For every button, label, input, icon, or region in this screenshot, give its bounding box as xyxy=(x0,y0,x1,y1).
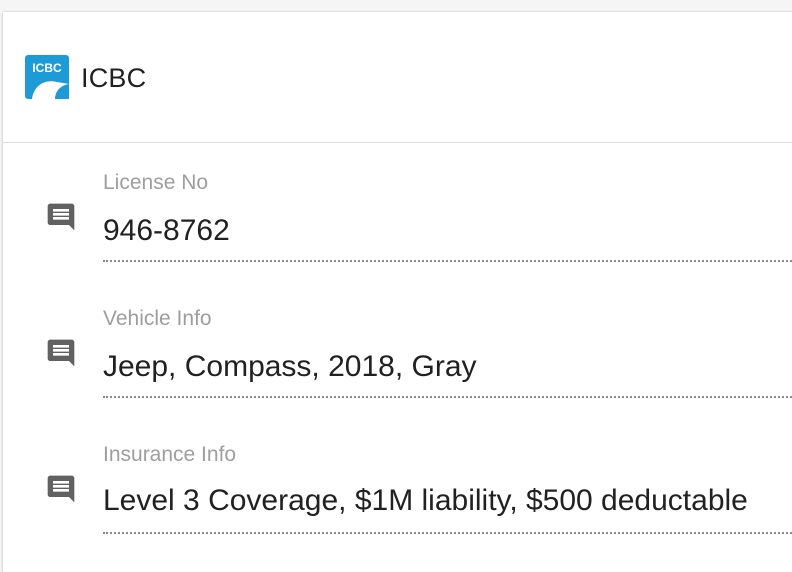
field-license-no: License No 946-8762 xyxy=(3,167,792,287)
field-underline xyxy=(103,260,792,262)
field-vehicle-info: Vehicle Info Jeep, Compass, 2018, Gray xyxy=(3,303,792,423)
field-insurance-info: Insurance Info Level 3 Coverage, $1M lia… xyxy=(3,439,792,559)
field-label: License No xyxy=(103,171,209,194)
vehicle-info-value[interactable]: Jeep, Compass, 2018, Gray xyxy=(103,349,477,385)
comment-icon[interactable] xyxy=(45,201,77,233)
app-header: ICBC ICBC xyxy=(3,12,792,143)
content-card: ICBC ICBC License No 946-8762 Vehicle In… xyxy=(3,12,792,572)
field-label: Insurance Info xyxy=(103,443,237,466)
insurance-info-value[interactable]: Level 3 Coverage, $1M liability, $500 de… xyxy=(103,483,748,519)
comment-icon[interactable] xyxy=(45,473,77,505)
field-label: Vehicle Info xyxy=(103,307,212,330)
icbc-logo: ICBC xyxy=(25,55,69,99)
license-no-value[interactable]: 946-8762 xyxy=(103,213,230,249)
field-underline xyxy=(103,532,792,534)
field-underline xyxy=(103,396,792,398)
comment-icon[interactable] xyxy=(45,337,77,369)
logo-text: ICBC xyxy=(32,61,62,75)
brand-title: ICBC xyxy=(81,63,147,93)
